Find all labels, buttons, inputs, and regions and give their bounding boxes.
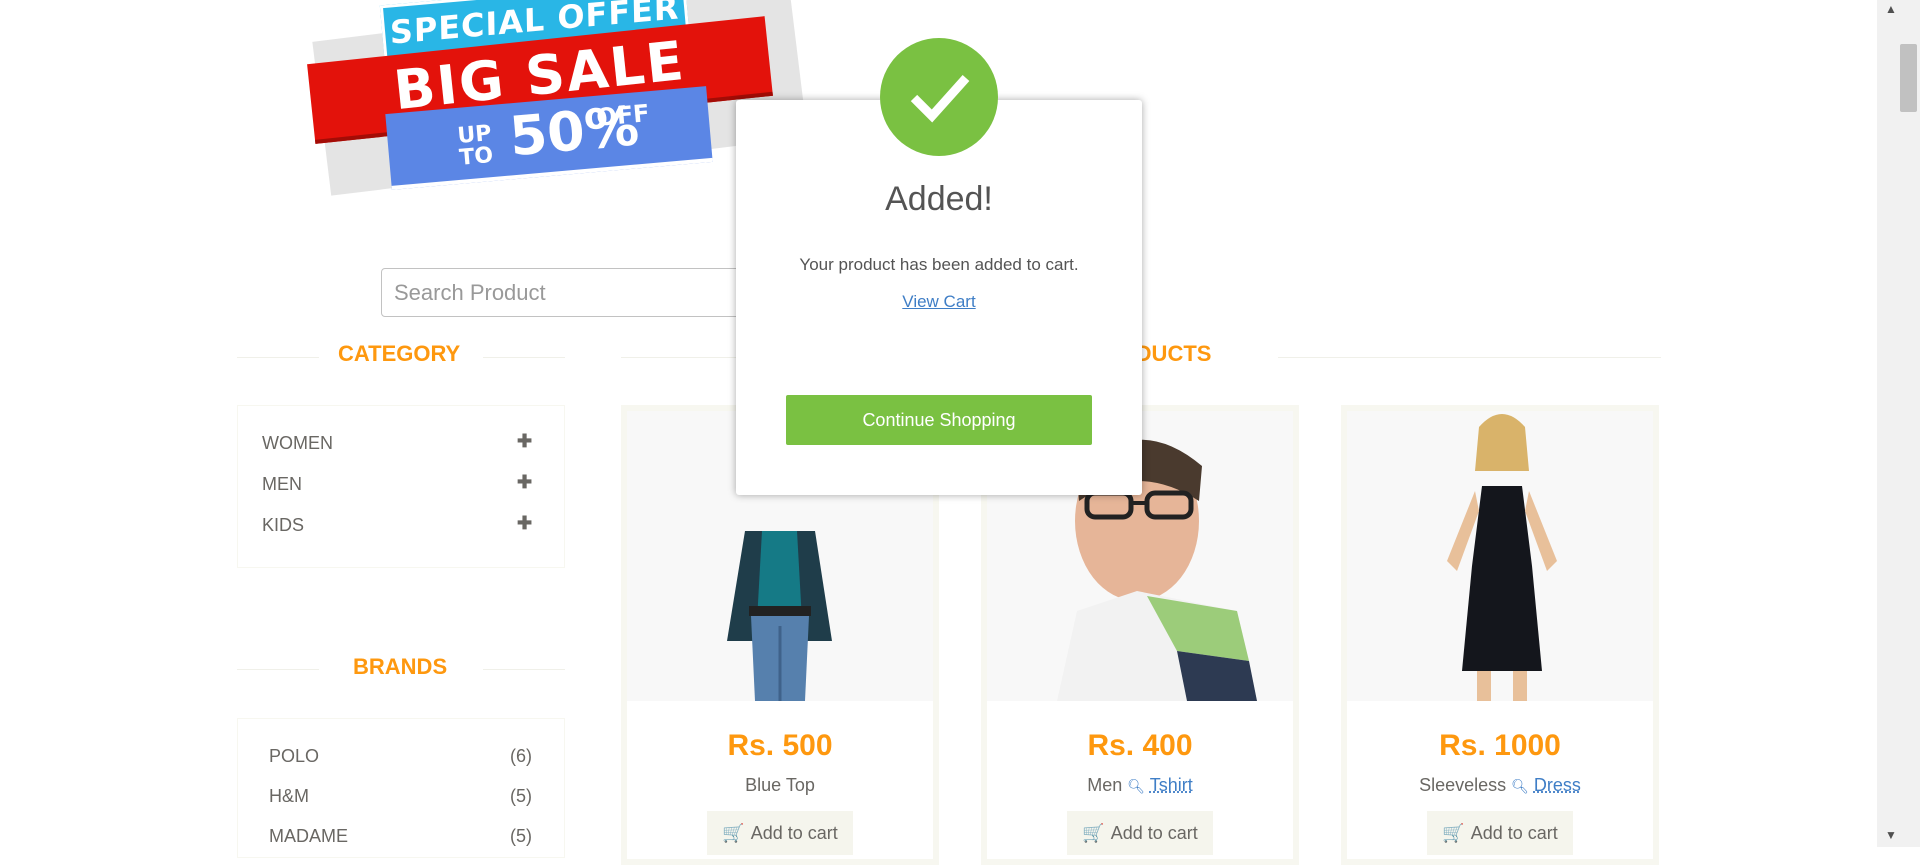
add-to-cart-label: Add to cart bbox=[751, 823, 838, 843]
plus-icon[interactable]: ✚ bbox=[517, 431, 532, 452]
brand-item-hm[interactable]: H&M bbox=[269, 786, 309, 807]
modal-message: Your product has been added to cart. bbox=[736, 255, 1142, 275]
brands-title: BRANDS bbox=[353, 654, 447, 680]
product-card: Rs. 1000 Sleeveless 🔍︎ Dress 🛒 Add to car… bbox=[1341, 405, 1659, 865]
category-item-men[interactable]: MEN bbox=[262, 474, 302, 495]
page-scrollbar[interactable] bbox=[1877, 0, 1920, 847]
category-title-line-right bbox=[483, 357, 565, 358]
product-name: Sleeveless 🔍︎ Dress bbox=[1347, 775, 1653, 796]
continue-shopping-button[interactable]: Continue Shopping bbox=[786, 395, 1092, 445]
modal-title: Added! bbox=[736, 180, 1142, 219]
brand-count-madame: (5) bbox=[510, 826, 532, 847]
search-icon: 🔍︎ bbox=[1511, 778, 1529, 794]
product-name-text: Blue Top bbox=[745, 775, 815, 795]
product-name-text: Men bbox=[1087, 775, 1122, 795]
scroll-down-icon[interactable]: ▼ bbox=[1885, 828, 1897, 842]
product-image-sleeveless-dress bbox=[1347, 411, 1653, 701]
product-price: Rs. 1000 bbox=[1347, 729, 1653, 763]
brand-count-hm: (5) bbox=[510, 786, 532, 807]
category-title: CATEGORY bbox=[338, 341, 460, 367]
special-offer-banner: SPECIAL OFFER BIG SALE UP TO 50% OFF bbox=[300, 0, 800, 192]
scrollbar-thumb[interactable] bbox=[1900, 44, 1917, 112]
brands-title-line-left bbox=[237, 669, 319, 670]
search-icon: 🔍︎ bbox=[1127, 778, 1145, 794]
add-to-cart-button[interactable]: 🛒 Add to cart bbox=[1067, 811, 1213, 855]
add-to-cart-button[interactable]: 🛒 Add to cart bbox=[707, 811, 853, 855]
add-to-cart-label: Add to cart bbox=[1471, 823, 1558, 843]
product-tag-link[interactable]: Tshirt bbox=[1150, 775, 1193, 795]
cart-icon: 🛒 bbox=[1442, 823, 1464, 844]
product-name: Men 🔍︎ Tshirt bbox=[987, 775, 1293, 796]
brand-item-madame[interactable]: MADAME bbox=[269, 826, 348, 847]
product-price: Rs. 400 bbox=[987, 729, 1293, 763]
brand-count-polo: (6) bbox=[510, 746, 532, 767]
cart-icon: 🛒 bbox=[722, 823, 744, 844]
brands-title-line-right bbox=[483, 669, 565, 670]
banner-off: OFF bbox=[595, 100, 667, 130]
cart-icon: 🛒 bbox=[1082, 823, 1104, 844]
check-mark-svg bbox=[880, 38, 998, 156]
product-price: Rs. 500 bbox=[627, 729, 933, 763]
add-to-cart-button[interactable]: 🛒 Add to cart bbox=[1427, 811, 1573, 855]
view-cart-link[interactable]: View Cart bbox=[902, 292, 975, 311]
products-title-line-right bbox=[1278, 357, 1661, 358]
woman-dress-illustration bbox=[1347, 411, 1653, 701]
plus-icon[interactable]: ✚ bbox=[517, 472, 532, 493]
product-name-text: Sleeveless bbox=[1419, 775, 1506, 795]
product-tag-link[interactable]: Dress bbox=[1534, 775, 1581, 795]
product-name: Blue Top bbox=[627, 775, 933, 796]
scroll-up-icon[interactable]: ▲ bbox=[1885, 2, 1897, 16]
banner-upto: UP TO bbox=[457, 122, 511, 170]
check-icon bbox=[880, 38, 998, 156]
brand-item-polo[interactable]: POLO bbox=[269, 746, 319, 767]
plus-icon[interactable]: ✚ bbox=[517, 513, 532, 534]
add-to-cart-label: Add to cart bbox=[1111, 823, 1198, 843]
category-item-kids[interactable]: KIDS bbox=[262, 515, 304, 536]
category-item-women[interactable]: WOMEN bbox=[262, 433, 333, 454]
view-cart-link-wrapper: View Cart bbox=[736, 292, 1142, 312]
category-title-line-left bbox=[237, 357, 319, 358]
